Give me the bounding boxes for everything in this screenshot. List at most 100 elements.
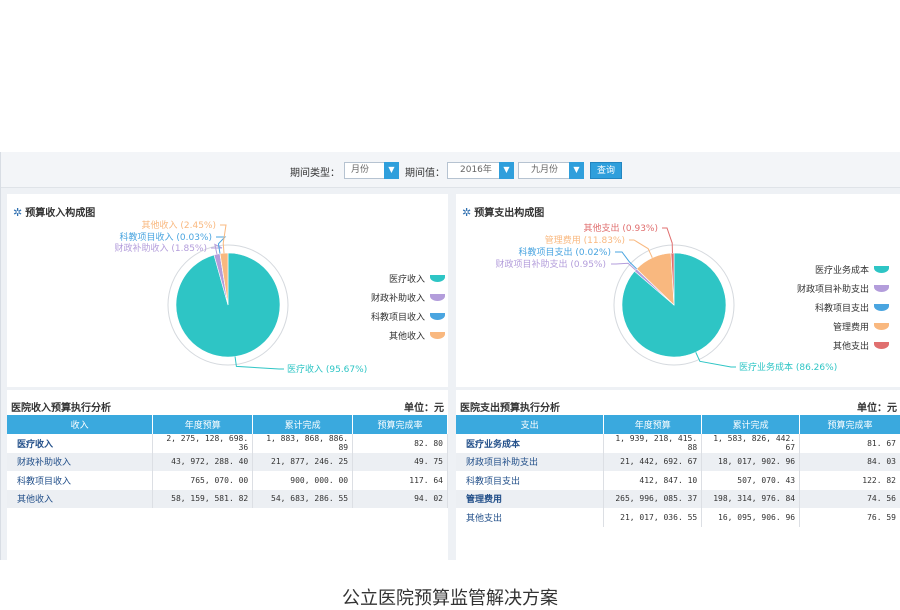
legend-label: 财政项目补助支出 bbox=[796, 285, 869, 295]
column-header: 年度预算 bbox=[152, 415, 254, 434]
value-cell: 900, 000. 00 bbox=[252, 471, 354, 490]
row-name-cell[interactable]: 医疗收入 bbox=[7, 434, 154, 453]
expense-table: 支出 年度预算 累计完成 预算完成率 医疗业务成本 1, 939, 218, 41… bbox=[456, 415, 900, 527]
pie-slice-label: 管理费用 (11.83%) bbox=[545, 234, 625, 246]
period-type-select[interactable]: 月份 ▼ bbox=[344, 162, 399, 179]
row-name-cell[interactable]: 医疗业务成本 bbox=[456, 434, 605, 453]
table-row: 其他支出 21, 017, 036. 55 16, 095, 906. 96 76. … bbox=[456, 508, 900, 527]
income-composition-panel: ✲ 预算收入构成图 医疗收入 (95.67%) 财政补助收入 (1.85%) 科教项目… bbox=[7, 194, 448, 387]
table-header-row: 支出 年度预算 累计完成 预算完成率 bbox=[456, 415, 900, 434]
legend-swatch-icon bbox=[874, 304, 889, 311]
table-header-row: 收入 年度预算 累计完成 预算完成率 bbox=[7, 415, 448, 434]
legend-swatch-icon bbox=[874, 323, 889, 330]
row-name-cell[interactable]: 管理费用 bbox=[456, 489, 605, 508]
pie-slice-label: 财政补助收入 (1.85%) bbox=[115, 242, 207, 254]
column-header: 预算完成率 bbox=[799, 415, 900, 434]
month-select[interactable]: 九月份 ▼ bbox=[518, 162, 584, 179]
column-header: 年度预算 bbox=[603, 415, 703, 434]
value-cell: 507, 070. 43 bbox=[701, 471, 801, 490]
expense-composition-panel: ✲ 预算支出构成图 医疗业务成本 (86.26%) 财政项目补助支出 (0.95%)… bbox=[456, 194, 900, 387]
expense-table-unit: 单位：元 bbox=[857, 403, 897, 414]
table-row: 医疗收入 2, 275, 128, 698. 36 1, 883, 868, 886… bbox=[7, 434, 448, 453]
column-header: 收入 bbox=[7, 415, 154, 434]
legend-item[interactable]: 其他支出 bbox=[766, 337, 891, 356]
income-table-title: 医院收入预算执行分析 bbox=[11, 403, 111, 414]
row-name-cell[interactable]: 财政补助收入 bbox=[7, 452, 154, 471]
legend-item[interactable]: 财政补助收入 bbox=[327, 289, 447, 308]
table-row: 医疗业务成本 1, 939, 218, 415. 88 1, 583, 826, 4… bbox=[456, 434, 900, 453]
value-cell: 54, 683, 286. 55 bbox=[252, 489, 354, 508]
pie-slice-label: 医疗业务成本 (86.26%) bbox=[739, 361, 837, 373]
year-select[interactable]: 2016年 ▼ bbox=[447, 162, 514, 179]
chevron-down-icon[interactable]: ▼ bbox=[384, 162, 399, 179]
legend-swatch-icon bbox=[430, 332, 445, 339]
legend-item[interactable]: 科教项目支出 bbox=[766, 299, 891, 318]
row-name-cell[interactable]: 财政项目补助支出 bbox=[456, 452, 605, 471]
value-cell: 16, 095, 906. 96 bbox=[701, 508, 801, 527]
query-button[interactable]: 查询 bbox=[590, 162, 622, 179]
pie-slice-label: 科教项目收入 (0.03%) bbox=[120, 231, 212, 243]
income-analysis-section: 医院收入预算执行分析 单位：元 收入 年度预算 累计完成 预算完成率 医疗收入 2… bbox=[7, 390, 448, 560]
table-row: 财政补助收入 43, 972, 288. 40 21, 877, 246. 25 49… bbox=[7, 452, 448, 471]
row-name-cell[interactable]: 其他收入 bbox=[7, 489, 154, 508]
income-table-unit: 单位：元 bbox=[404, 403, 444, 414]
value-cell: 82. 80 bbox=[352, 434, 448, 453]
period-type-label: 期间类型： bbox=[290, 168, 340, 179]
legend-item[interactable]: 其他收入 bbox=[327, 327, 447, 346]
expense-legend: 医疗业务成本财政项目补助支出科教项目支出管理费用其他支出 bbox=[766, 261, 891, 356]
value-cell: 58, 159, 581. 82 bbox=[152, 489, 254, 508]
filter-bar: 期间类型： 月份 ▼ 期间值： 2016年 ▼ 九月份 ▼ 查询 bbox=[1, 152, 900, 188]
row-name-cell[interactable]: 科教项目收入 bbox=[7, 471, 154, 490]
column-header: 累计完成 bbox=[701, 415, 801, 434]
value-cell: 49. 75 bbox=[352, 452, 448, 471]
year-value: 2016年 bbox=[460, 165, 492, 175]
table-row: 科教项目收入 765, 070. 00 900, 000. 00 117. 64 bbox=[7, 471, 448, 490]
legend-item[interactable]: 管理费用 bbox=[766, 318, 891, 337]
value-cell: 117. 64 bbox=[352, 471, 448, 490]
value-cell: 265, 996, 085. 37 bbox=[603, 489, 703, 508]
pie-leader-line bbox=[662, 227, 673, 254]
page-caption: 公立医院预算监管解决方案 bbox=[342, 588, 558, 609]
income-table: 收入 年度预算 累计完成 预算完成率 医疗收入 2, 275, 128, 698.… bbox=[7, 415, 448, 508]
legend-label: 管理费用 bbox=[832, 323, 869, 333]
income-legend: 医疗收入财政补助收入科教项目收入 其他收入 bbox=[327, 270, 447, 346]
legend-label: 财政补助收入 bbox=[370, 294, 425, 304]
pie-slice-label: 其他收入 (2.45%) bbox=[142, 219, 216, 231]
legend-swatch-icon bbox=[874, 266, 889, 273]
legend-item[interactable]: 财政项目补助支出 bbox=[766, 280, 891, 299]
value-cell: 1, 883, 868, 886. 89 bbox=[252, 434, 354, 453]
table-row: 科教项目支出 412, 847. 10 507, 070. 43 122. 82 bbox=[456, 471, 900, 490]
table-row: 管理费用 265, 996, 085. 37 198, 314, 976. 84 74… bbox=[456, 489, 900, 508]
value-cell: 21, 877, 246. 25 bbox=[252, 452, 354, 471]
expense-analysis-section: 医院支出预算执行分析 单位：元 支出 年度预算 累计完成 预算完成率 医疗业务成… bbox=[456, 390, 900, 560]
period-value-label: 期间值： bbox=[405, 168, 445, 179]
column-header: 累计完成 bbox=[252, 415, 354, 434]
value-cell: 198, 314, 976. 84 bbox=[701, 489, 801, 508]
legend-swatch-icon bbox=[874, 285, 889, 292]
value-cell: 94. 02 bbox=[352, 489, 448, 508]
chevron-down-icon[interactable]: ▼ bbox=[499, 162, 514, 179]
legend-label: 医疗业务成本 bbox=[814, 266, 869, 276]
value-cell: 43, 972, 288. 40 bbox=[152, 452, 254, 471]
chevron-down-icon[interactable]: ▼ bbox=[569, 162, 584, 179]
value-cell: 765, 070. 00 bbox=[152, 471, 254, 490]
legend-label: 科教项目支出 bbox=[814, 304, 869, 314]
pie-slice-label: 科教项目支出 (0.02%) bbox=[519, 246, 611, 258]
table-row: 其他收入 58, 159, 581. 82 54, 683, 286. 55 94. … bbox=[7, 489, 448, 508]
value-cell: 122. 82 bbox=[799, 471, 900, 490]
period-type-value: 月份 bbox=[351, 165, 370, 175]
table-row: 财政项目补助支出 21, 442, 692. 67 18, 017, 902. 96… bbox=[456, 452, 900, 471]
value-cell: 21, 442, 692. 67 bbox=[603, 452, 703, 471]
row-name-cell[interactable]: 其他支出 bbox=[456, 508, 605, 527]
legend-swatch-icon bbox=[874, 342, 889, 349]
legend-item[interactable]: 医疗业务成本 bbox=[766, 261, 891, 280]
legend-item[interactable]: 医疗收入 bbox=[327, 270, 447, 289]
value-cell: 84. 03 bbox=[799, 452, 900, 471]
legend-item[interactable]: 科教项目收入 bbox=[327, 308, 447, 327]
column-header: 支出 bbox=[456, 415, 605, 434]
row-name-cell[interactable]: 科教项目支出 bbox=[456, 471, 605, 490]
month-value: 九月份 bbox=[531, 165, 559, 175]
legend-swatch-icon bbox=[430, 294, 445, 301]
pie-slice-label: 财政项目补助支出 (0.95%) bbox=[496, 258, 606, 270]
legend-label: 其他支出 bbox=[832, 342, 869, 352]
